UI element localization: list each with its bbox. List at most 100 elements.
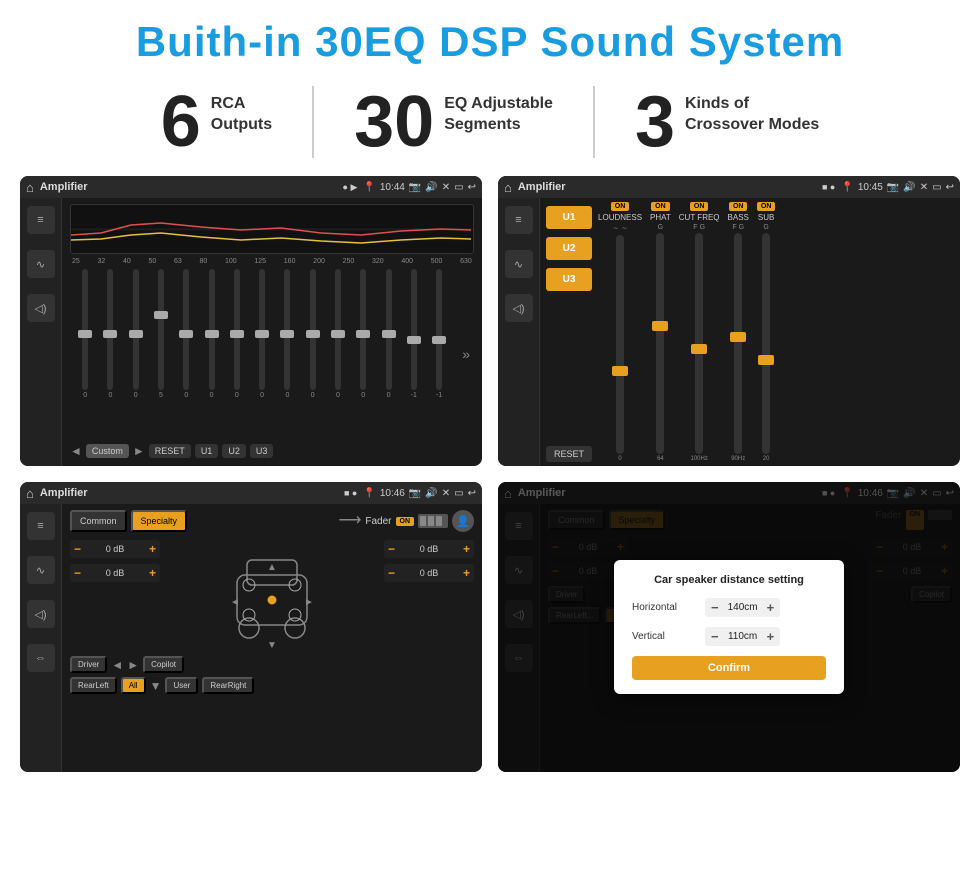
slider-track-3[interactable] [133, 269, 139, 390]
slider-thumb-15[interactable] [432, 336, 446, 344]
home-icon: ⌂ [26, 180, 34, 195]
slider-track-11[interactable] [335, 269, 341, 390]
eq-u1-btn[interactable]: U1 [195, 444, 219, 458]
fader-common-tab[interactable]: Common [70, 510, 127, 532]
slider-thumb-6[interactable] [205, 330, 219, 338]
fader-left-arrow[interactable]: ◄ [111, 658, 123, 672]
slider-thumb-13[interactable] [382, 330, 396, 338]
horizontal-minus[interactable]: − [711, 600, 719, 615]
slider-track-8[interactable] [259, 269, 265, 390]
db-plus-3[interactable]: + [463, 542, 470, 556]
cutfreq-track[interactable] [695, 233, 703, 454]
u2-button[interactable]: U2 [546, 237, 592, 260]
fader-screen: ⌂ Amplifier ■ ● 📍 10:46 📷 🔊 ✕ ▭ ↩ ≡ ∿ ◁)… [20, 482, 482, 772]
slider-track-1[interactable] [82, 269, 88, 390]
loudness-thumb[interactable] [612, 366, 628, 376]
slider-thumb-3[interactable] [129, 330, 143, 338]
vertical-plus[interactable]: + [767, 629, 775, 644]
eq-prev-arrow[interactable]: ◄ [70, 444, 82, 458]
crossover-reset-btn[interactable]: RESET [546, 446, 592, 462]
slider-track-12[interactable] [360, 269, 366, 390]
db-minus-1[interactable]: − [74, 542, 81, 556]
slider-thumb-1[interactable] [78, 330, 92, 338]
sub-track[interactable] [762, 233, 770, 454]
confirm-button[interactable]: Confirm [632, 656, 826, 680]
eq-expand-arrows[interactable]: » [458, 269, 474, 438]
crossover-speaker-btn[interactable]: ◁) [505, 294, 533, 322]
crossover-filter-btn[interactable]: ≡ [505, 206, 533, 234]
u1-button[interactable]: U1 [546, 206, 592, 229]
slider-thumb-11[interactable] [331, 330, 345, 338]
stat-crossover: 3 Kinds ofCrossover Modes [595, 86, 859, 158]
fader-wave-btn[interactable]: ∿ [27, 556, 55, 584]
fader-back-icon: ↩ [468, 488, 476, 499]
u3-button[interactable]: U3 [546, 268, 592, 291]
slider-thumb-10[interactable] [306, 330, 320, 338]
eq-speaker-btn[interactable]: ◁) [27, 294, 55, 322]
slider-thumb-7[interactable] [230, 330, 244, 338]
eq-filter-btn[interactable]: ≡ [27, 206, 55, 234]
slider-thumb-9[interactable] [280, 330, 294, 338]
slider-track-14[interactable] [411, 269, 417, 390]
fader-filter-btn[interactable]: ≡ [27, 512, 55, 540]
u-buttons-group: U1 U2 U3 RESET [546, 202, 592, 462]
eq-screen: ⌂ Amplifier ● ▶ 📍 10:44 📷 🔊 ✕ ▭ ↩ ≡ ∿ ◁) [20, 176, 482, 466]
slider-track-2[interactable] [107, 269, 113, 390]
fader-speaker-btn[interactable]: ◁) [27, 600, 55, 628]
slider-track-15[interactable] [436, 269, 442, 390]
rear-right-btn[interactable]: RearRight [202, 677, 254, 694]
slider-track-13[interactable] [386, 269, 392, 390]
driver-btn[interactable]: Driver [70, 656, 107, 673]
all-btn[interactable]: All [121, 677, 146, 694]
db-plus-1[interactable]: + [149, 542, 156, 556]
cutfreq-thumb[interactable] [691, 344, 707, 354]
fader-person-icon[interactable]: 👤 [452, 510, 474, 532]
phat-thumb[interactable] [652, 321, 668, 331]
bass-thumb[interactable] [730, 332, 746, 342]
slider-track-6[interactable] [209, 269, 215, 390]
db-plus-4[interactable]: + [463, 566, 470, 580]
loudness-label: LOUDNESS [598, 213, 642, 222]
stat-number-crossover: 3 [635, 86, 675, 158]
slider-track-9[interactable] [284, 269, 290, 390]
phat-section: ON PHAT G 64 [650, 202, 671, 462]
loudness-track[interactable] [616, 235, 624, 454]
slider-track-10[interactable] [310, 269, 316, 390]
fader-right-arrow[interactable]: ► [127, 658, 139, 672]
slider-thumb-8[interactable] [255, 330, 269, 338]
fader-extra-btn[interactable]: ⇔ [27, 644, 55, 672]
fader-specialty-tab[interactable]: Specialty [131, 510, 188, 532]
slider-val-8: 0 [260, 392, 264, 399]
db-minus-2[interactable]: − [74, 566, 81, 580]
eq-reset-btn[interactable]: RESET [149, 444, 191, 458]
horizontal-control: − 140cm + [705, 598, 780, 617]
eq-u3-btn[interactable]: U3 [250, 444, 274, 458]
slider-track-7[interactable] [234, 269, 240, 390]
bass-track[interactable] [734, 233, 742, 454]
eq-custom-btn[interactable]: Custom [86, 444, 129, 458]
slider-val-12: 0 [361, 392, 365, 399]
copilot-btn[interactable]: Copilot [143, 656, 184, 673]
sub-thumb[interactable] [758, 355, 774, 365]
slider-thumb-2[interactable] [103, 330, 117, 338]
fader-down-arrow[interactable]: ▼ [150, 679, 162, 693]
db-minus-3[interactable]: − [388, 542, 395, 556]
slider-track-5[interactable] [183, 269, 189, 390]
user-btn[interactable]: User [165, 677, 198, 694]
eq-u2-btn[interactable]: U2 [222, 444, 246, 458]
rear-left-btn[interactable]: RearLeft [70, 677, 117, 694]
slider-thumb-14[interactable] [407, 336, 421, 344]
eq-play-arrow[interactable]: ► [133, 444, 145, 458]
slider-thumb-4[interactable] [154, 311, 168, 319]
db-minus-4[interactable]: − [388, 566, 395, 580]
vertical-minus[interactable]: − [711, 629, 719, 644]
horizontal-plus[interactable]: + [767, 600, 775, 615]
crossover-wave-btn[interactable]: ∿ [505, 250, 533, 278]
eq-wave-btn[interactable]: ∿ [27, 250, 55, 278]
slider-thumb-12[interactable] [356, 330, 370, 338]
slider-thumb-5[interactable] [179, 330, 193, 338]
phat-track[interactable] [656, 233, 664, 454]
slider-track-4[interactable] [158, 269, 164, 390]
db-plus-2[interactable]: + [149, 566, 156, 580]
crossover-screen: ⌂ Amplifier ■ ● 📍 10:45 📷 🔊 ✕ ▭ ↩ ≡ ∿ ◁) [498, 176, 960, 466]
